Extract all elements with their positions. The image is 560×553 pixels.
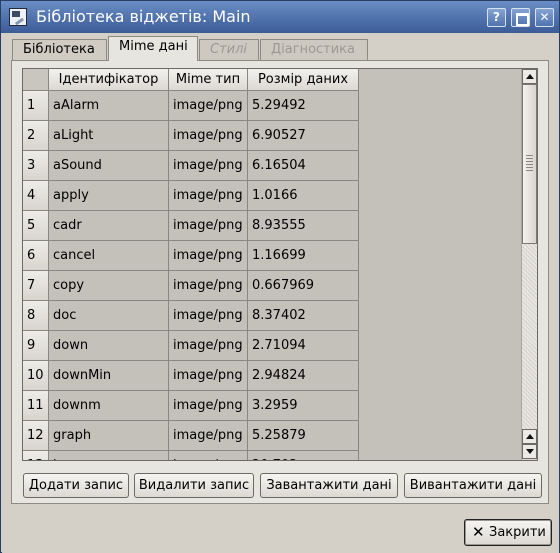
cell-identifier[interactable]: cadr [49,211,169,241]
tab-mime-data[interactable]: Mime дані [108,36,198,61]
maximize-button[interactable] [511,8,530,27]
cell-identifier[interactable]: downMin [49,361,169,391]
scroll-up-button[interactable] [522,69,537,84]
cell-mime-type[interactable]: image/png [169,331,248,361]
scroll-thumb[interactable] [522,84,537,244]
cell-data-size[interactable]: 0.667969 [248,271,359,301]
cell-mime-type[interactable]: image/png [169,391,248,421]
dialog-body: Бібліотека Mime дані Стилі Діагностика І… [2,33,559,553]
dialog-window: Бібліотека віджетів: Main ? ✕ Бібліотека… [0,0,560,553]
header-empty-area [359,69,523,91]
table-row[interactable]: 10 downMin image/png 2.94824 [23,361,523,391]
cell-data-size[interactable]: 5.25879 [248,421,359,451]
cell-mime-type[interactable]: image/png [169,151,248,181]
cell-mime-type[interactable]: image/png [169,91,248,121]
row-number[interactable]: 11 [23,391,49,421]
cell-identifier[interactable]: graph [49,421,169,451]
cell-data-size[interactable]: 3.2959 [248,391,359,421]
cell-identifier[interactable]: aSound [49,151,169,181]
cell-mime-type[interactable]: image/png [169,301,248,331]
row-number[interactable]: 1 [23,91,49,121]
cell-mime-type[interactable]: image/png [169,421,248,451]
window-title: Бібліотека віджетів: Main [36,7,251,26]
cell-data-size[interactable]: 20.702 [248,451,359,460]
cell-identifier[interactable]: downm [49,391,169,421]
cell-data-size[interactable]: 2.94824 [248,361,359,391]
cell-mime-type[interactable]: image/png [169,271,248,301]
table-row[interactable]: 1 aAlarm image/png 5.29492 [23,91,523,121]
cell-data-size[interactable]: 1.16699 [248,241,359,271]
row-number[interactable]: 6 [23,241,49,271]
help-button[interactable]: ? [487,8,506,27]
cell-mime-type[interactable]: image/png [169,451,248,460]
scroll-up-button-secondary[interactable] [522,429,537,444]
cell-data-size[interactable]: 8.37402 [248,301,359,331]
row-number[interactable]: 3 [23,151,49,181]
row-number[interactable]: 5 [23,211,49,241]
mime-table[interactable]: Ідентифікатор Mime тип Розмір даних 1 aAl… [22,68,538,461]
cell-identifier[interactable]: aAlarm [49,91,169,121]
title-bar[interactable]: Бібліотека віджетів: Main ? ✕ [1,1,559,33]
tab-library[interactable]: Бібліотека [12,39,107,60]
add-record-button[interactable]: Додати запис [23,473,129,498]
grip-icon [526,155,533,173]
row-number[interactable]: 10 [23,361,49,391]
cell-mime-type[interactable]: image/png [169,121,248,151]
cell-identifier[interactable]: down [49,331,169,361]
table-row[interactable]: 11 downm image/png 3.2959 [23,391,523,421]
cell-identifier[interactable]: copy [49,271,169,301]
cell-data-size[interactable]: 2.71094 [248,331,359,361]
table-row[interactable]: 13himage/png20.702 [23,451,523,460]
close-icon: ✕ [472,523,485,541]
table-corner[interactable] [23,69,49,91]
row-number[interactable]: 9 [23,331,49,361]
cell-data-size[interactable]: 5.29492 [248,91,359,121]
scroll-down-button[interactable] [522,444,537,459]
cell-data-size[interactable]: 6.90527 [248,121,359,151]
table-row[interactable]: 12 graph image/png 5.25879 [23,421,523,451]
row-number[interactable]: 8 [23,301,49,331]
table-row[interactable]: 7 copy image/png 0.667969 [23,271,523,301]
tab-diagnostics[interactable]: Діагностика [260,39,368,60]
load-data-button[interactable]: Завантажити дані [260,473,398,498]
column-header-mime[interactable]: Mime тип [169,69,248,91]
cell-mime-type[interactable]: image/png [169,211,248,241]
close-button[interactable]: ✕ Закрити [464,519,552,546]
table-row[interactable]: 6 cancel image/png 1.16699 [23,241,523,271]
close-window-button[interactable]: ✕ [535,8,554,27]
row-number[interactable]: 4 [23,181,49,211]
cell-identifier[interactable]: doc [49,301,169,331]
app-icon[interactable] [9,8,27,26]
unload-data-button[interactable]: Вивантажити дані [404,473,542,498]
cell-mime-type[interactable]: image/png [169,361,248,391]
table-body: 1 aAlarm image/png 5.29492 2 aLight image/png 6… [23,91,523,460]
table-row[interactable]: 8 doc image/png 8.37402 [23,301,523,331]
table-row[interactable]: 4 apply image/png 1.0166 [23,181,523,211]
cell-identifier[interactable]: aLight [49,121,169,151]
cell-data-size[interactable]: 6.16504 [248,151,359,181]
row-number[interactable]: 7 [23,271,49,301]
table-row[interactable]: 5 cadr image/png 8.93555 [23,211,523,241]
cell-mime-type[interactable]: image/png [169,241,248,271]
row-number[interactable]: 12 [23,421,49,451]
row-number[interactable]: 13 [23,451,49,460]
cell-identifier[interactable]: apply [49,181,169,211]
vertical-scrollbar[interactable] [521,69,537,460]
mime-data-panel: Ідентифікатор Mime тип Розмір даних 1 aAl… [11,60,549,504]
close-button-label: Закрити [489,525,546,540]
table-row[interactable]: 3 aSound image/png 6.16504 [23,151,523,181]
row-number[interactable]: 2 [23,121,49,151]
column-header-size[interactable]: Розмір даних [248,69,359,91]
table-row[interactable]: 9 down image/png 2.71094 [23,331,523,361]
cell-data-size[interactable]: 8.93555 [248,211,359,241]
cell-identifier[interactable]: h [49,451,169,460]
cell-identifier[interactable]: cancel [49,241,169,271]
cell-mime-type[interactable]: image/png [169,181,248,211]
table-row[interactable]: 2 aLight image/png 6.90527 [23,121,523,151]
delete-record-button[interactable]: Видалити запис [134,473,254,498]
tab-styles[interactable]: Стилі [199,39,259,60]
column-header-id[interactable]: Ідентифікатор [49,69,169,91]
cell-data-size[interactable]: 1.0166 [248,181,359,211]
